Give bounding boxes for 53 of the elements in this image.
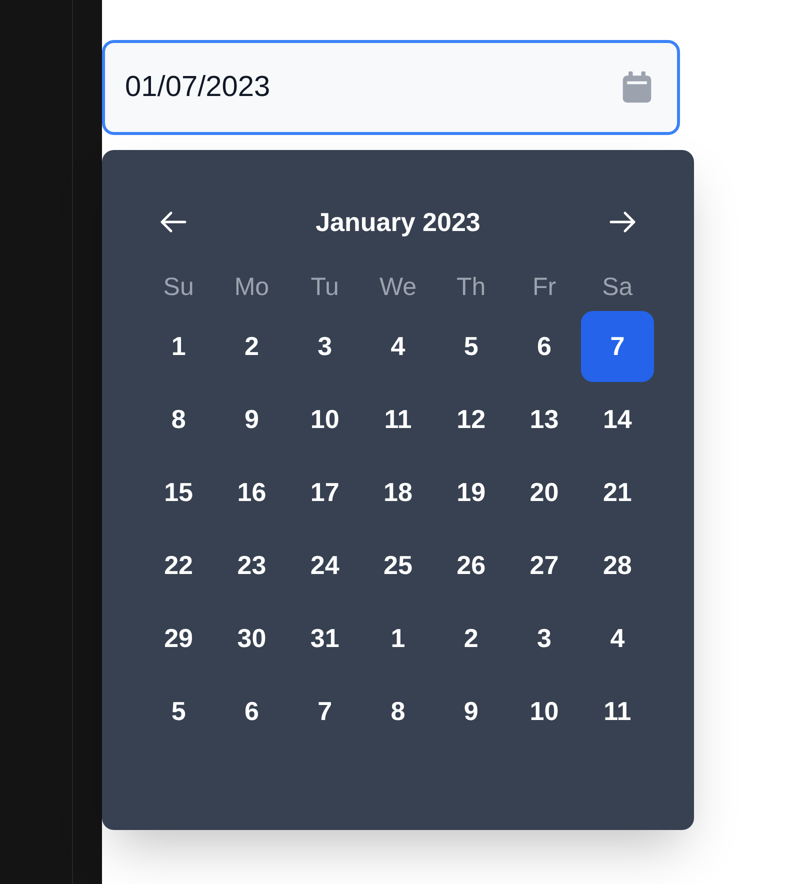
- day-cell[interactable]: 8: [361, 676, 434, 746]
- day-cell[interactable]: 16: [215, 456, 288, 528]
- arrow-right-icon: [608, 210, 638, 234]
- day-cell[interactable]: 26: [434, 530, 508, 600]
- weekday-label: Tu: [310, 272, 339, 304]
- day-cell[interactable]: 5: [142, 676, 216, 746]
- day-cell[interactable]: 11: [580, 676, 654, 746]
- day-cell[interactable]: 9: [434, 676, 508, 746]
- weekday-label: Mo: [234, 272, 270, 304]
- weekday-label: Fr: [532, 272, 556, 304]
- day-cell[interactable]: 24: [288, 530, 362, 600]
- weekday-label: We: [379, 272, 417, 304]
- day-cell[interactable]: 5: [434, 310, 508, 382]
- day-cell[interactable]: 14: [580, 384, 654, 454]
- day-cell[interactable]: 4: [580, 602, 654, 674]
- date-field[interactable]: 01/07/2023: [102, 40, 680, 135]
- day-cell[interactable]: 6: [508, 310, 581, 382]
- day-cell[interactable]: 9: [215, 384, 288, 454]
- day-cell[interactable]: 20: [508, 456, 581, 528]
- day-cell[interactable]: 3: [508, 602, 581, 674]
- day-cell[interactable]: 1: [361, 602, 434, 674]
- day-cell[interactable]: 28: [580, 530, 654, 600]
- day-cell[interactable]: 17: [288, 456, 362, 528]
- day-cell[interactable]: 12: [434, 384, 508, 454]
- day-cell[interactable]: 29: [142, 602, 216, 674]
- month-title: January 2023: [316, 206, 480, 238]
- arrow-left-icon: [158, 210, 188, 234]
- day-cell[interactable]: 2: [215, 310, 288, 382]
- day-cell[interactable]: 10: [508, 676, 581, 746]
- day-cell[interactable]: 3: [288, 310, 362, 382]
- day-cell[interactable]: 8: [142, 384, 216, 454]
- day-cell[interactable]: 19: [434, 456, 508, 528]
- day-cell[interactable]: 21: [580, 456, 654, 528]
- weekday-label: Th: [456, 272, 486, 304]
- day-cell[interactable]: 27: [508, 530, 581, 600]
- day-cell[interactable]: 23: [215, 530, 288, 600]
- day-cell[interactable]: 11: [361, 384, 434, 454]
- day-cell[interactable]: 10: [288, 384, 362, 454]
- day-cell[interactable]: 18: [361, 456, 434, 528]
- day-cell[interactable]: 15: [142, 456, 216, 528]
- day-cell[interactable]: 4: [361, 310, 434, 382]
- day-cell[interactable]: 2: [434, 602, 508, 674]
- day-cell[interactable]: 31: [288, 602, 362, 674]
- day-cell[interactable]: 6: [215, 676, 288, 746]
- day-cell[interactable]: 22: [142, 530, 216, 600]
- day-cell[interactable]: 25: [361, 530, 434, 600]
- day-cell[interactable]: 7: [288, 676, 362, 746]
- day-cell[interactable]: 30: [215, 602, 288, 674]
- weekday-label: Sa: [602, 272, 633, 304]
- day-cell[interactable]: 13: [508, 384, 581, 454]
- weekday-label: Su: [163, 272, 194, 304]
- day-cell[interactable]: 1: [142, 310, 216, 382]
- day-cell[interactable]: 7: [580, 310, 654, 382]
